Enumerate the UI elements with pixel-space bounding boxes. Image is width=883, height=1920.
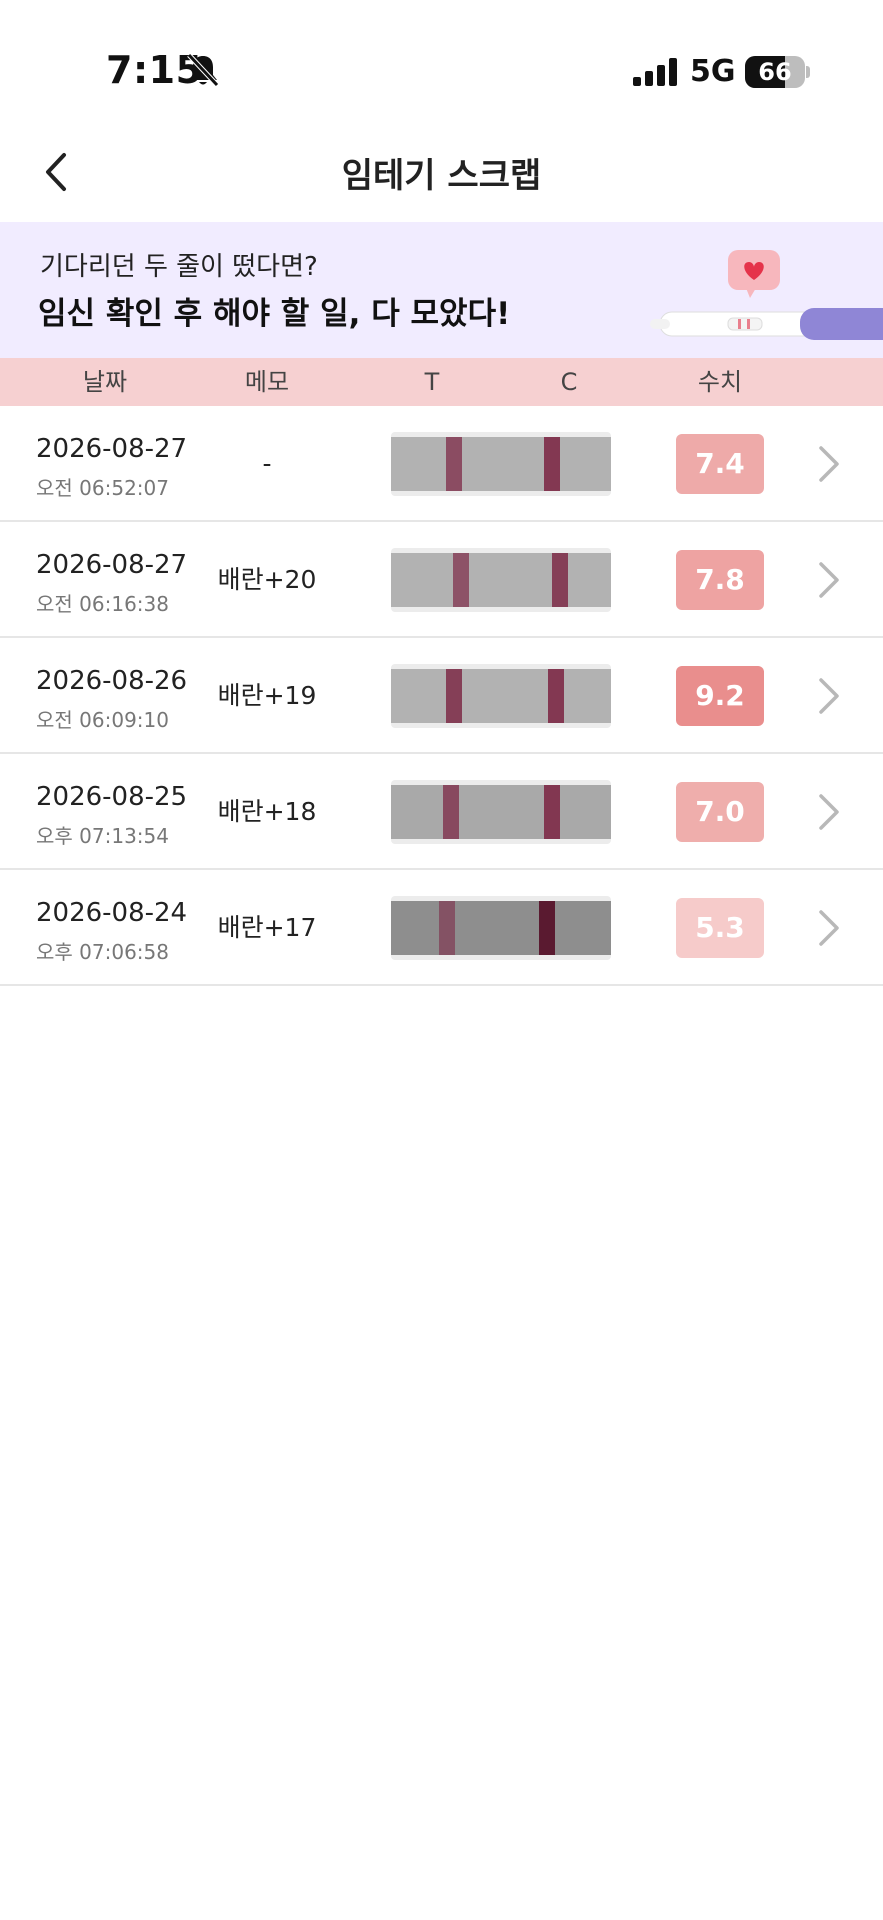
- status-bar: 7:15 5G 66: [0, 0, 883, 120]
- row-time: 오후 07:06:58: [36, 940, 169, 964]
- page-title: 임테기 스크랩: [341, 156, 542, 196]
- battery-icon: 66: [745, 56, 805, 88]
- row-date: 2026-08-26: [36, 666, 188, 696]
- banner-subtitle: 기다리던 두 줄이 떴다면?: [40, 252, 318, 282]
- row-memo: 배란+19: [217, 681, 317, 710]
- banner-headline: 임신 확인 후 해야 할 일, 다 모았다!: [38, 296, 511, 332]
- table-row[interactable]: 2026-08-27 오전 06:52:07 - 7.4: [0, 406, 883, 522]
- control-line-c: [544, 437, 560, 491]
- test-line-t: [446, 669, 462, 723]
- test-strip-image: [391, 780, 611, 844]
- chevron-right-icon: [819, 562, 839, 598]
- value-badge: 5.3: [676, 898, 764, 958]
- test-line-t: [446, 437, 462, 491]
- row-memo: -: [262, 449, 272, 478]
- column-header-value: 수치: [697, 368, 743, 396]
- row-memo: 배란+17: [217, 913, 317, 942]
- network-type: 5G: [690, 54, 736, 89]
- table-row[interactable]: 2026-08-26 오전 06:09:10 배란+19 9.2: [0, 638, 883, 754]
- row-memo: 배란+18: [217, 797, 317, 826]
- row-date: 2026-08-25: [36, 782, 188, 812]
- row-time: 오전 06:16:38: [36, 592, 169, 616]
- column-header-c: C: [560, 368, 578, 396]
- control-line-c: [544, 785, 560, 839]
- promo-banner[interactable]: 기다리던 두 줄이 떴다면? 임신 확인 후 해야 할 일, 다 모았다!: [0, 222, 883, 358]
- table-row[interactable]: 2026-08-24 오후 07:06:58 배란+17 5.3: [0, 870, 883, 986]
- test-strip-image: [391, 432, 611, 496]
- row-date: 2026-08-27: [36, 434, 188, 464]
- value-badge: 9.2: [676, 666, 764, 726]
- test-line-t: [439, 901, 455, 955]
- column-header-memo: 메모: [244, 368, 290, 396]
- row-date: 2026-08-27: [36, 550, 188, 580]
- table-header: 날짜 메모 T C 수치: [0, 358, 883, 406]
- pregnancy-test-illustration: [650, 250, 883, 340]
- row-time: 오전 06:09:10: [36, 708, 169, 732]
- row-memo: 배란+20: [217, 565, 317, 594]
- chevron-right-icon: [819, 910, 839, 946]
- test-strip-image: [391, 664, 611, 728]
- battery-tip: [806, 66, 810, 78]
- signal-icon: [633, 58, 677, 86]
- bell-off-icon: [186, 52, 220, 88]
- test-line-t: [453, 553, 469, 607]
- test-line-t: [443, 785, 459, 839]
- value-badge: 7.8: [676, 550, 764, 610]
- column-header-t: T: [424, 368, 440, 396]
- table-row[interactable]: 2026-08-27 오전 06:16:38 배란+20 7.8: [0, 522, 883, 638]
- table-row[interactable]: 2026-08-25 오후 07:13:54 배란+18 7.0: [0, 754, 883, 870]
- chevron-right-icon: [819, 794, 839, 830]
- column-header-date: 날짜: [82, 368, 128, 396]
- control-line-c: [552, 553, 568, 607]
- control-line-c: [548, 669, 564, 723]
- control-line-c: [539, 901, 555, 955]
- row-time: 오전 06:52:07: [36, 476, 169, 500]
- test-strip-image: [391, 548, 611, 612]
- row-time: 오후 07:13:54: [36, 824, 169, 848]
- value-badge: 7.0: [676, 782, 764, 842]
- test-strip-image: [391, 896, 611, 960]
- value-badge: 7.4: [676, 434, 764, 494]
- chevron-right-icon: [819, 446, 839, 482]
- row-date: 2026-08-24: [36, 898, 188, 928]
- nav-header: 임테기 스크랩: [0, 130, 883, 220]
- battery-level: 66: [758, 58, 792, 86]
- chevron-right-icon: [819, 678, 839, 714]
